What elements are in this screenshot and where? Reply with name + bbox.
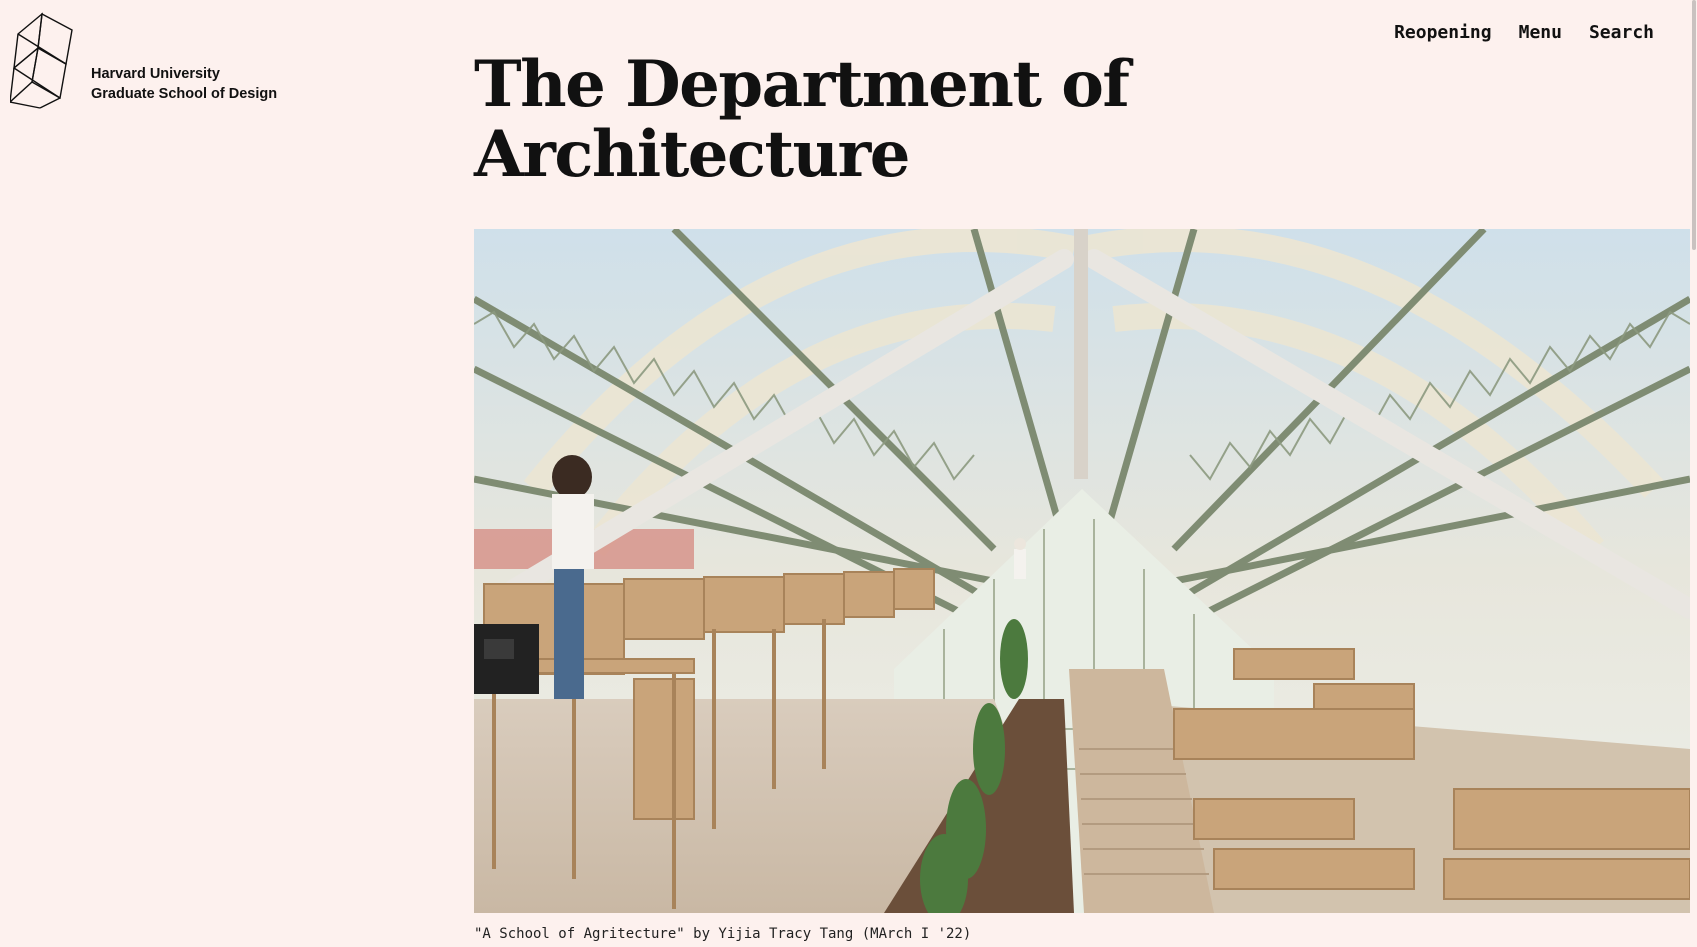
page-title-line1: The Department of [474,47,1130,122]
top-nav: Reopening Menu Search [1394,22,1654,43]
page: Harvard University Graduate School of De… [0,0,1697,947]
nav-menu-button[interactable]: Menu [1519,22,1562,43]
hero-caption: "A School of Agritecture" by Yijia Tracy… [474,926,972,942]
page-scrollbar[interactable] [1691,0,1697,947]
page-title: The Department of Architecture [474,50,1234,190]
nav-search-button[interactable]: Search [1589,22,1654,43]
gsd-logo-icon [10,12,73,109]
page-title-line2: Architecture [474,117,910,192]
greenhouse-interior-illustration [474,229,1690,913]
nav-reopening-link[interactable]: Reopening [1394,22,1492,43]
site-logo[interactable]: Harvard University Graduate School of De… [10,12,277,110]
scrollbar-thumb[interactable] [1692,0,1696,250]
hero-image [474,229,1690,913]
logo-text: Harvard University Graduate School of De… [91,64,277,104]
logo-line-school: Graduate School of Design [91,86,278,102]
logo-line-university: Harvard University [91,66,220,82]
